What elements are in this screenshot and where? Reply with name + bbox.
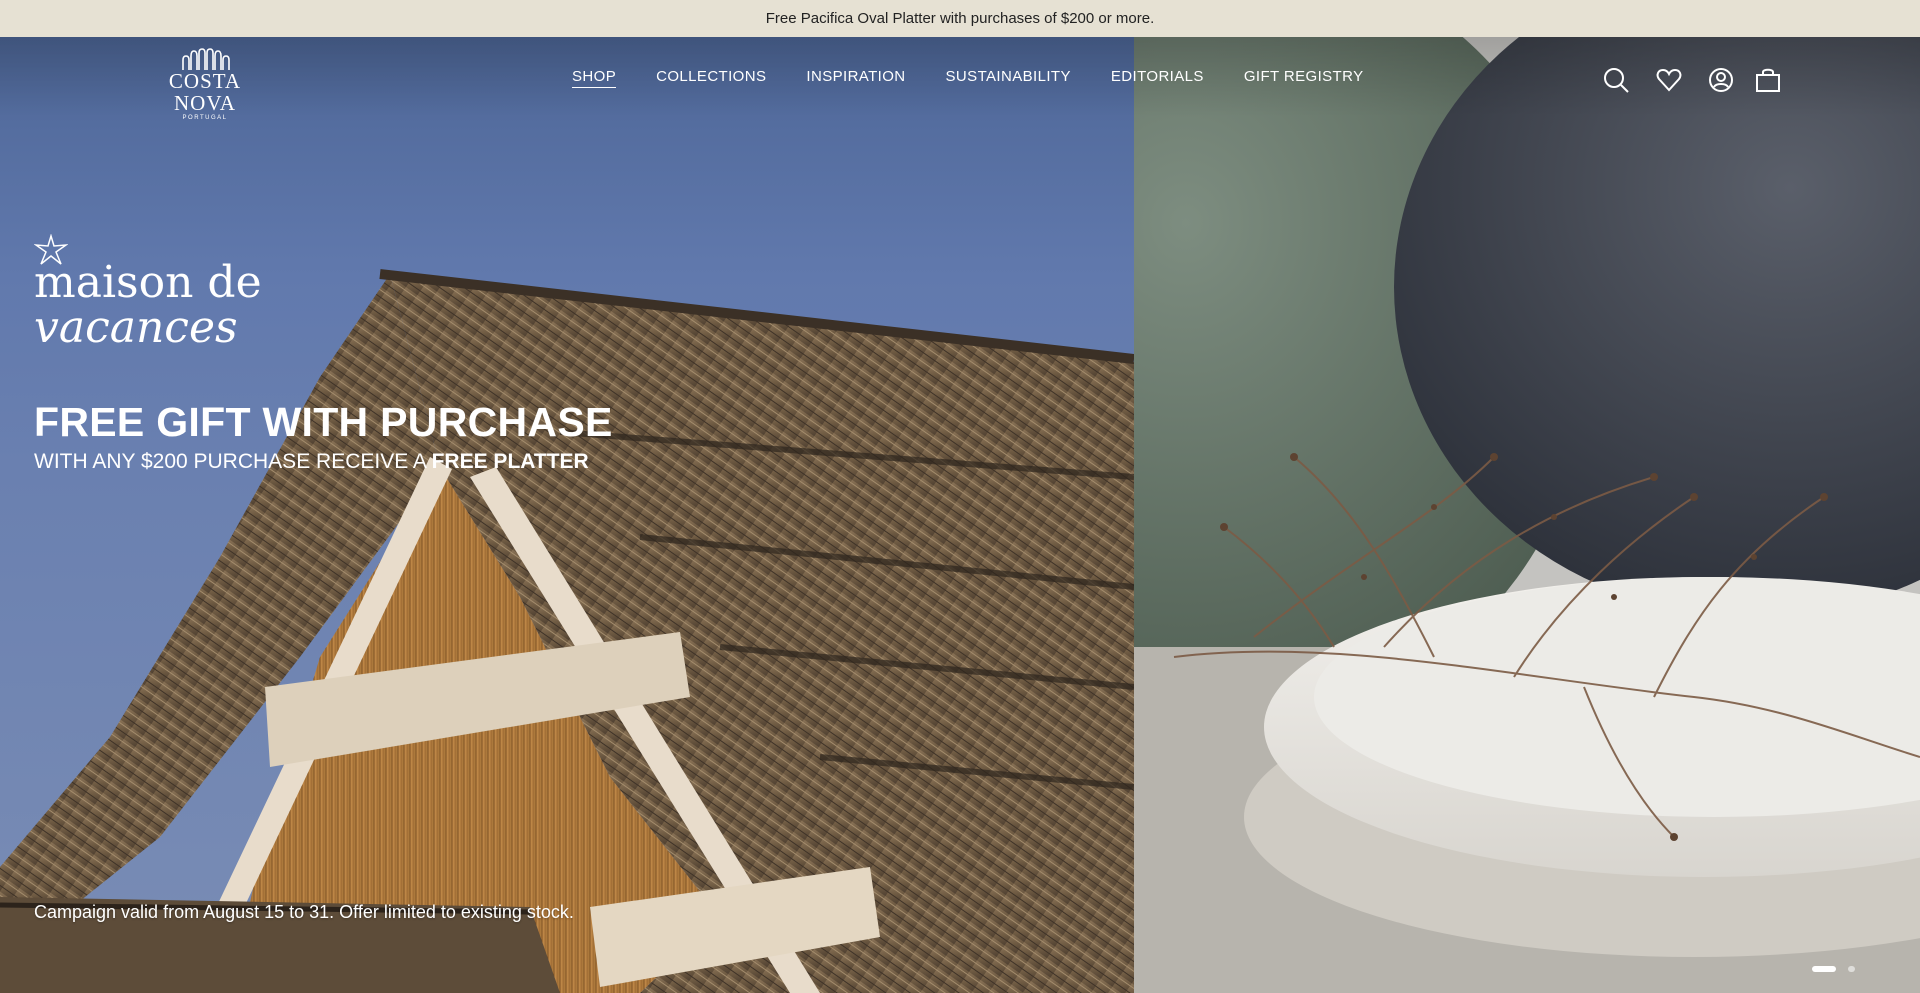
carousel-dot-1[interactable]: [1812, 966, 1836, 972]
nav-item-editorials[interactable]: EDITORIALS: [1111, 68, 1204, 88]
hero-headline: FREE GIFT WITH PURCHASE: [34, 399, 613, 445]
campaign-footnote: Campaign valid from August 15 to 31. Off…: [34, 902, 574, 922]
hero-subline: WITH ANY $200 PURCHASE RECEIVE A FREE PL…: [34, 450, 589, 474]
nav-item-shop[interactable]: SHOP: [572, 68, 617, 88]
campaign-script-line-1: maison de: [34, 257, 262, 308]
account-icon[interactable]: [1707, 66, 1735, 99]
bag-icon[interactable]: [1754, 66, 1782, 99]
logo-brand-text: COSTA NOVA: [168, 69, 242, 115]
logo-sub-text: PORTUGAL: [182, 115, 228, 121]
carousel-dot-2[interactable]: [1848, 966, 1855, 972]
hero-subline-prefix: WITH ANY $200 PURCHASE RECEIVE A: [34, 450, 432, 473]
logo-mark-icon: [182, 48, 230, 70]
hero-image-thatched-roof: [0, 37, 1134, 993]
carousel-pagination: [1812, 966, 1855, 972]
hero-image-plates: [1134, 37, 1920, 993]
announcement-text: Free Pacifica Oval Platter with purchase…: [765, 10, 1155, 27]
hero-subline-emphasis: FREE PLATTER: [431, 450, 589, 473]
hero-banner[interactable]: [0, 37, 1920, 993]
nav-item-gift-registry[interactable]: GIFT REGISTRY: [1244, 68, 1364, 88]
costa-nova-logo[interactable]: COSTA NOVA PORTUGAL: [138, 48, 272, 121]
campaign-script-line-2: vacances: [34, 302, 238, 353]
nav-item-collections[interactable]: COLLECTIONS: [656, 68, 766, 88]
search-icon[interactable]: [1602, 66, 1630, 99]
nav-item-sustainability[interactable]: SUSTAINABILITY: [946, 68, 1071, 88]
heart-icon[interactable]: [1655, 66, 1683, 99]
nav-item-inspiration[interactable]: INSPIRATION: [806, 68, 905, 88]
main-nav: SHOP COLLECTIONS INSPIRATION SUSTAINABIL…: [572, 68, 1403, 88]
announcement-bar: Free Pacifica Oval Platter with purchase…: [0, 0, 1920, 37]
